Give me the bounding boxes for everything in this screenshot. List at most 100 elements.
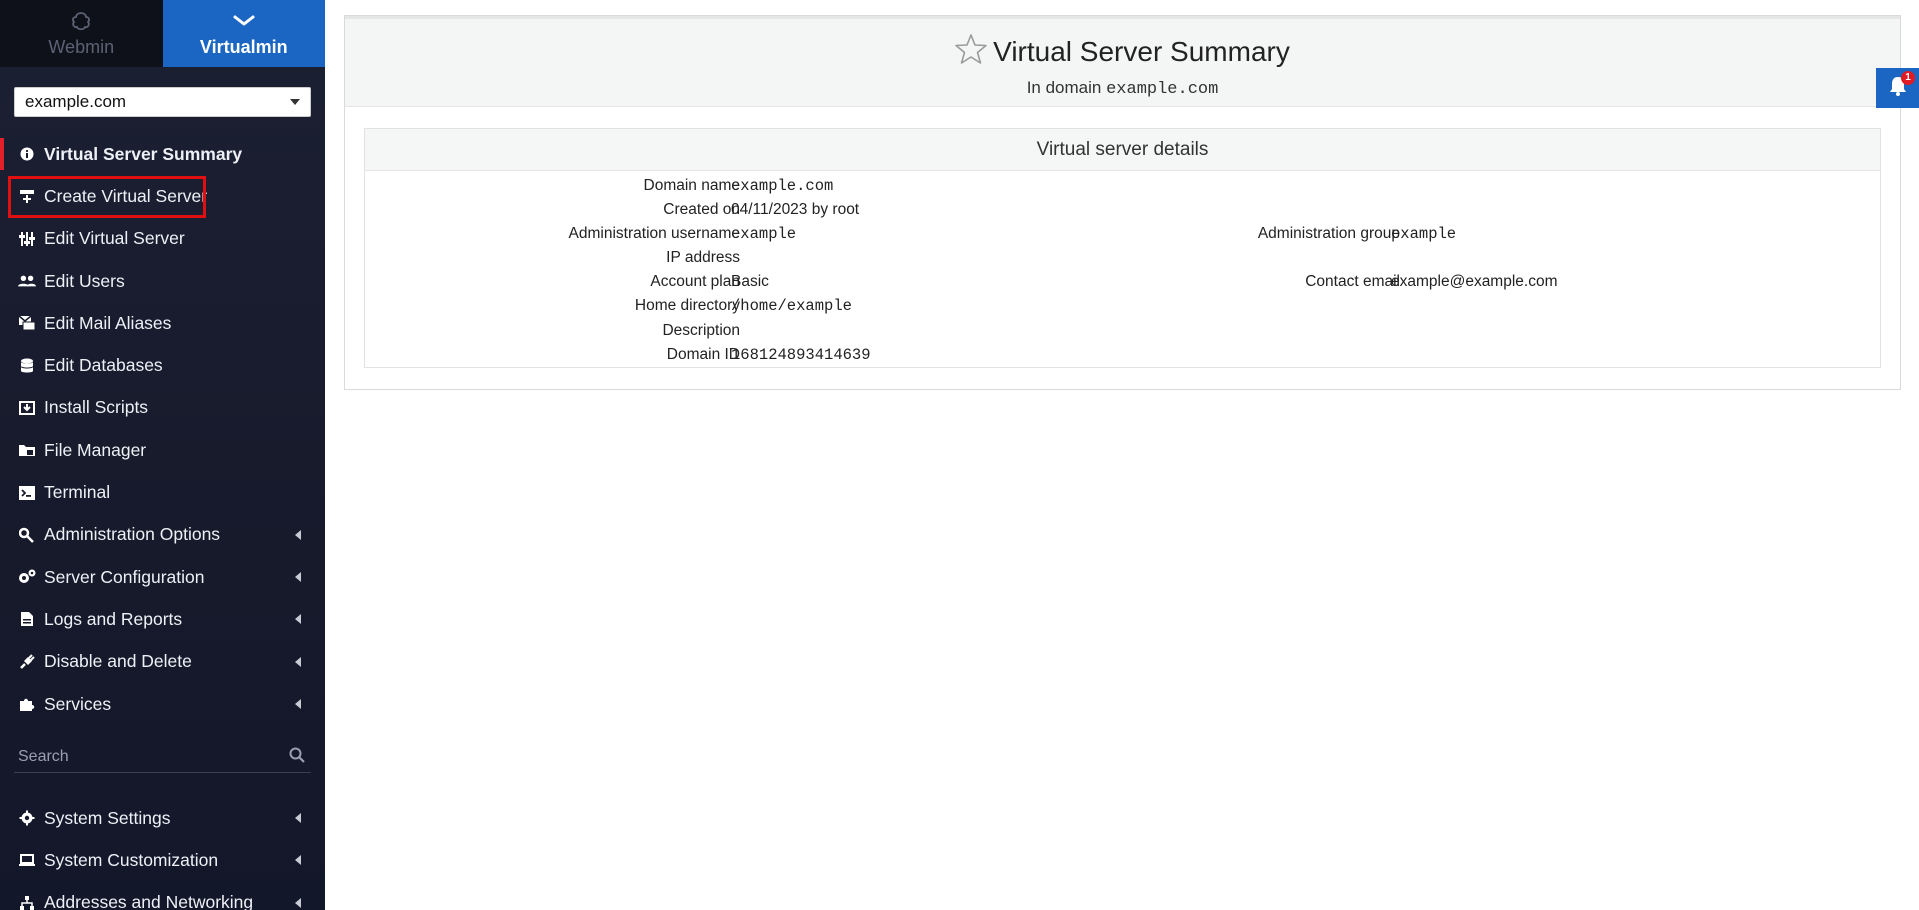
sidebar-item-label: Addresses and Networking xyxy=(44,892,254,910)
detail-value: example@example.com xyxy=(1391,273,1558,290)
chevron-down-icon xyxy=(232,9,256,33)
detail-row-admin-username: Administration username example Administ… xyxy=(365,222,1882,246)
expand-arrow-icon xyxy=(295,855,301,866)
detail-row-ip-address: IP address xyxy=(365,246,1882,270)
key-icon xyxy=(18,526,36,544)
sidebar: Webmin Virtualmin example.com Virtual Se… xyxy=(0,0,325,910)
tab-virtualmin[interactable]: Virtualmin xyxy=(162,0,325,67)
expand-arrow-icon xyxy=(295,813,301,824)
plug-icon xyxy=(18,653,36,671)
expand-arrow-icon xyxy=(295,699,301,709)
detail-value: 168124893414639 xyxy=(731,346,871,364)
sidebar-item-label: Edit Databases xyxy=(44,355,163,376)
detail-value: example xyxy=(1391,225,1457,243)
sidebar-item-administration-options[interactable]: Administration Options xyxy=(0,514,325,556)
sidebar-search xyxy=(14,742,311,773)
sidebar-item-file-manager[interactable]: File Manager xyxy=(0,429,325,471)
details-table: Virtual server details Domain name examp… xyxy=(364,128,1881,368)
sidebar-item-label: Server Configuration xyxy=(44,566,205,587)
search-input[interactable] xyxy=(14,747,260,767)
sidebar-item-logs-and-reports[interactable]: Logs and Reports xyxy=(0,598,325,640)
notification-count-badge: 1 xyxy=(1901,71,1915,85)
details-heading: Virtual server details xyxy=(365,129,1880,171)
detail-row-domain-id: Domain ID 168124893414639 xyxy=(365,343,1882,367)
detail-label: Home directory xyxy=(634,297,740,314)
sidebar-menu: Virtual Server Summary Create Virtual Se… xyxy=(0,133,325,725)
detail-label: Domain ID xyxy=(666,346,740,363)
folder-icon xyxy=(18,441,36,459)
gear-icon xyxy=(18,809,36,827)
terminal-icon xyxy=(18,484,36,502)
detail-row-home-directory: Home directory /home/example xyxy=(365,294,1882,318)
gears-icon xyxy=(18,568,36,586)
sidebar-item-label: Services xyxy=(44,693,112,714)
sidebar-item-edit-users[interactable]: Edit Users xyxy=(0,260,325,302)
webmin-logo-icon xyxy=(70,9,92,33)
sidebar-item-label: Terminal xyxy=(44,482,111,503)
detail-value: example xyxy=(731,225,797,243)
sidebar-item-create-virtual-server[interactable]: Create Virtual Server xyxy=(0,175,325,219)
sidebar-item-install-scripts[interactable]: Install Scripts xyxy=(0,387,325,429)
search-icon[interactable] xyxy=(289,747,305,768)
mail-aliases-icon xyxy=(18,314,36,332)
page-header: Virtual Server Summary In domain example… xyxy=(345,16,1900,107)
expand-arrow-icon xyxy=(295,529,301,540)
sidebar-item-label: Virtual Server Summary xyxy=(44,143,243,164)
subtitle-domain: example.com xyxy=(1106,80,1219,99)
sidebar-item-system-customization[interactable]: System Customization xyxy=(0,839,325,881)
tab-virtualmin-label: Virtualmin xyxy=(199,37,288,57)
laptop-icon xyxy=(18,851,36,869)
detail-value: 04/11/2023 by root xyxy=(731,201,860,218)
sidebar-item-label: Edit Mail Aliases xyxy=(44,312,172,333)
sidebar-item-server-configuration[interactable]: Server Configuration xyxy=(0,556,325,598)
product-switcher: Webmin Virtualmin xyxy=(0,0,325,67)
star-icon[interactable] xyxy=(955,33,987,70)
sidebar-item-label: System Settings xyxy=(44,807,171,828)
network-icon xyxy=(18,894,36,910)
subtitle-prefix: In domain xyxy=(1026,78,1102,97)
info-circle-icon xyxy=(18,145,36,163)
expand-arrow-icon xyxy=(295,656,301,667)
sidebar-menu-system: System Settings System Customization Add… xyxy=(0,797,325,910)
sidebar-item-label: File Manager xyxy=(44,439,147,460)
detail-label: Administration username xyxy=(568,225,740,242)
summary-panel: Virtual Server Summary In domain example… xyxy=(344,15,1901,390)
detail-row-created-on: Created on 04/11/2023 by root xyxy=(365,198,1882,222)
sidebar-item-edit-mail-aliases[interactable]: Edit Mail Aliases xyxy=(0,302,325,344)
domain-select-value: example.com xyxy=(25,92,127,111)
tab-webmin[interactable]: Webmin xyxy=(0,0,163,67)
sidebar-item-label: Logs and Reports xyxy=(44,608,183,629)
detail-label: Description xyxy=(662,322,740,339)
expand-arrow-icon xyxy=(295,897,301,908)
sidebar-item-label: Edit Users xyxy=(44,270,125,291)
notifications-button[interactable]: 1 xyxy=(1876,68,1919,108)
sidebar-item-terminal[interactable]: Terminal xyxy=(0,471,325,513)
dropdown-caret-icon xyxy=(290,99,300,105)
detail-row-account-plan: Account plan Basic Contact email example… xyxy=(365,270,1882,294)
page-title: Virtual Server Summary xyxy=(993,35,1290,67)
sidebar-item-edit-databases[interactable]: Edit Databases xyxy=(0,344,325,386)
detail-label: IP address xyxy=(666,249,740,266)
sidebar-item-services[interactable]: Services xyxy=(0,683,325,725)
detail-value: Basic xyxy=(731,273,769,290)
file-icon xyxy=(18,610,36,628)
expand-arrow-icon xyxy=(295,614,301,625)
install-scripts-icon xyxy=(18,399,36,417)
detail-label: Created on xyxy=(663,201,740,218)
detail-label: Domain name xyxy=(643,177,741,194)
sidebar-item-label: Edit Virtual Server xyxy=(44,228,185,249)
domain-select[interactable]: example.com xyxy=(14,87,311,117)
detail-label: Contact email xyxy=(1305,273,1400,290)
database-icon xyxy=(18,357,36,375)
page-subtitle: In domain example.com xyxy=(345,78,1900,99)
sidebar-item-label: Create Virtual Server xyxy=(44,185,208,206)
expand-arrow-icon xyxy=(295,572,301,583)
detail-label: Account plan xyxy=(650,273,740,290)
tab-webmin-label: Webmin xyxy=(48,37,115,57)
sidebar-item-addresses-and-networking[interactable]: Addresses and Networking xyxy=(0,882,325,910)
sidebar-item-edit-virtual-server[interactable]: Edit Virtual Server xyxy=(0,218,325,260)
sidebar-item-system-settings[interactable]: System Settings xyxy=(0,797,325,839)
sidebar-item-label: Disable and Delete xyxy=(44,651,192,672)
sidebar-item-disable-and-delete[interactable]: Disable and Delete xyxy=(0,641,325,683)
sidebar-item-virtual-server-summary[interactable]: Virtual Server Summary xyxy=(0,133,325,175)
